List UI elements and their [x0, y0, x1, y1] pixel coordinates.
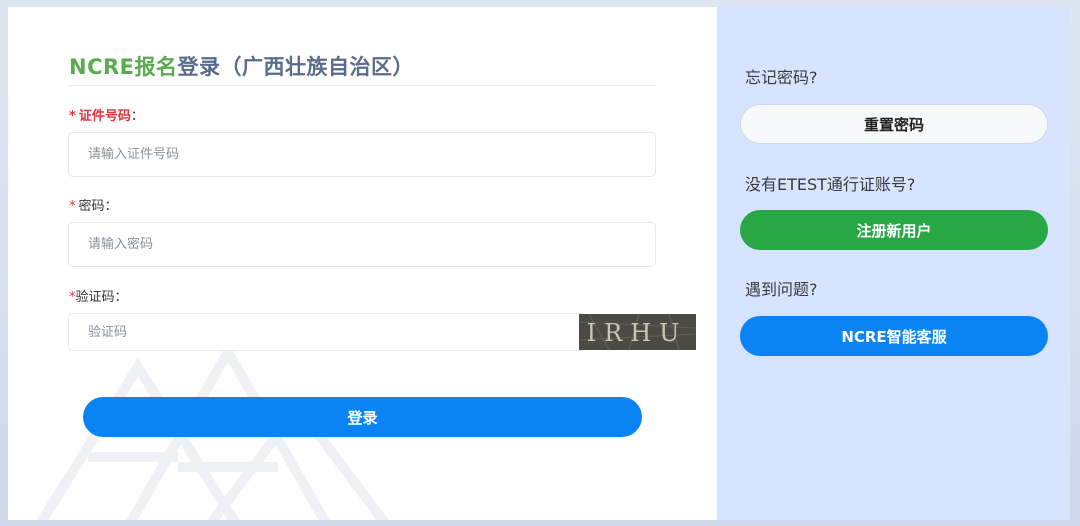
page-title: NCRE报名登录（广西壮族自治区）: [69, 51, 414, 81]
login-button[interactable]: 登录: [83, 397, 642, 437]
title-region: 登录（广西壮族自治区）: [177, 55, 415, 79]
side-panel: 忘记密码? 重置密码 没有ETEST通行证账号? 注册新用户 遇到问题? NCR…: [717, 7, 1070, 520]
register-button[interactable]: 注册新用户: [740, 210, 1048, 250]
title-divider: [69, 85, 656, 86]
no-account-question: 没有ETEST通行证账号?: [745, 175, 916, 194]
problem-question: 遇到问题?: [745, 280, 818, 299]
required-mark: *: [69, 199, 76, 214]
id-number-input[interactable]: [68, 132, 656, 177]
captcha-text: IRHU: [587, 319, 688, 347]
id-label-text: 证件号码: [78, 109, 131, 124]
forgot-password-question: 忘记密码?: [745, 68, 818, 87]
captcha-input[interactable]: [68, 313, 588, 351]
login-panel: NCRE报名登录（广西壮族自治区） *证件号码： *密码： *验证码： IRHU: [8, 7, 717, 520]
label-colon: ：: [104, 199, 118, 214]
captcha-image[interactable]: IRHU: [579, 314, 696, 350]
id-label: * 证件号码：: [69, 105, 144, 124]
captcha-label-text: 验证码: [75, 290, 115, 305]
required-mark: *: [69, 109, 76, 124]
title-brand: NCRE报名: [69, 55, 178, 79]
password-label: * 密码：: [69, 195, 118, 214]
label-colon: ：: [114, 290, 128, 305]
captcha-label: *验证码：: [69, 286, 128, 305]
reset-password-button[interactable]: 重置密码: [740, 104, 1048, 144]
password-input[interactable]: [68, 222, 656, 267]
smart-service-button[interactable]: NCRE智能客服: [740, 316, 1048, 356]
password-label-text: 密码: [78, 199, 105, 214]
login-card: NCRE报名登录（广西壮族自治区） *证件号码： *密码： *验证码： IRHU: [8, 7, 1070, 520]
label-colon: ：: [130, 109, 144, 124]
